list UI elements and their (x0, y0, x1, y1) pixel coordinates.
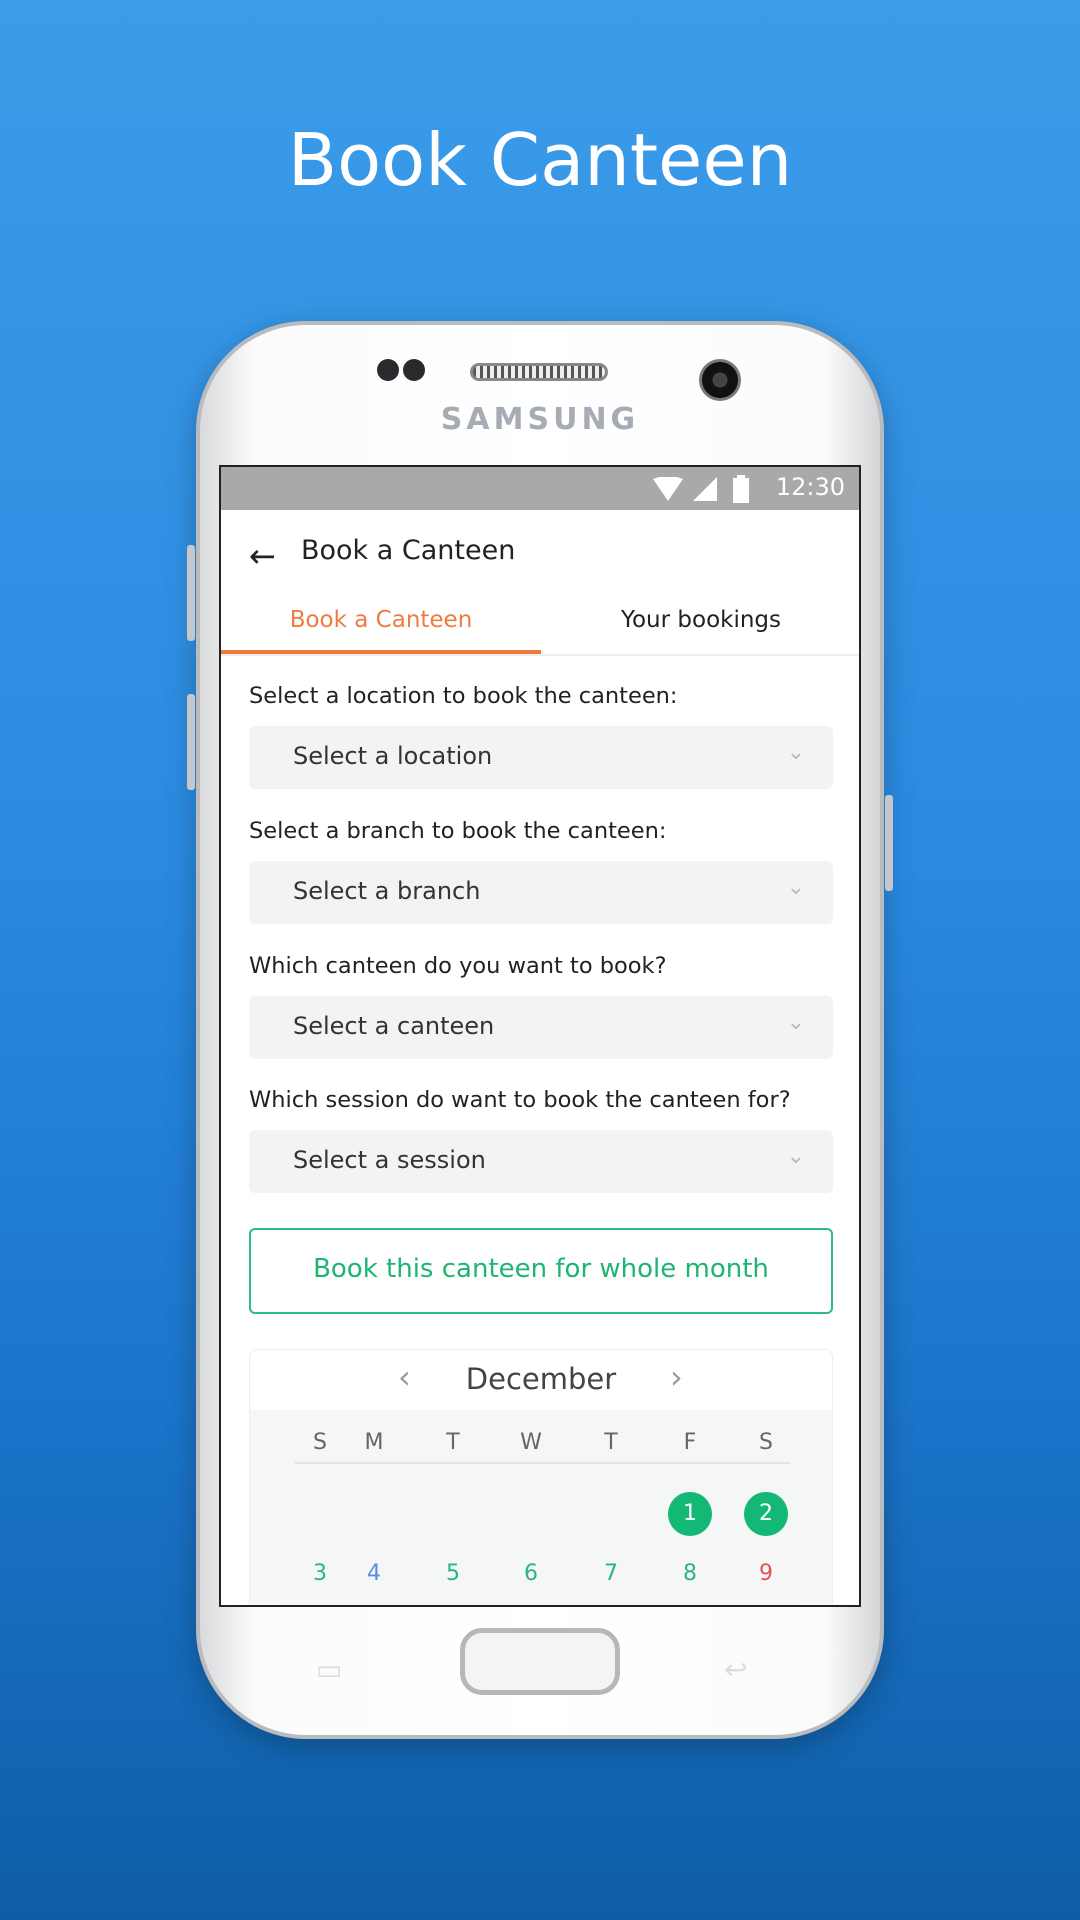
calendar-day[interactable]: 5 (433, 1554, 473, 1594)
tab-your-bookings[interactable]: Your bookings (541, 607, 859, 633)
recent-apps-icon[interactable]: ▭ (316, 1653, 342, 1686)
canteen-placeholder: Select a canteen (293, 1012, 495, 1040)
volume-key (187, 694, 195, 790)
sensor-dots (377, 359, 429, 385)
branch-label: Select a branch to book the canteen: (249, 818, 667, 844)
weekday-label: M (364, 1430, 384, 1455)
canteen-select[interactable]: Select a canteen ⌄ (249, 996, 833, 1059)
weekday-label: S (759, 1430, 773, 1455)
signal-icon (693, 477, 717, 501)
calendar-header: ‹ December › (250, 1350, 832, 1410)
weekday-label: T (604, 1430, 618, 1455)
calendar-day-selected[interactable]: 2 (744, 1492, 788, 1536)
app-bar-title: Book a Canteen (301, 535, 516, 566)
speaker-grille (470, 363, 608, 381)
calendar-day[interactable]: 9 (746, 1554, 786, 1594)
power-key (885, 795, 893, 891)
battery-icon (733, 475, 749, 503)
calendar-day[interactable]: 8 (670, 1554, 710, 1594)
chevron-down-icon: ⌄ (786, 740, 805, 765)
back-key-icon[interactable]: ↩ (724, 1653, 747, 1686)
front-camera (699, 359, 741, 401)
calendar-day[interactable]: 4 (354, 1554, 394, 1594)
location-label: Select a location to book the canteen: (249, 683, 678, 709)
branch-select[interactable]: Select a branch ⌄ (249, 861, 833, 924)
weekday-label: W (520, 1430, 542, 1455)
promo-title: Book Canteen (287, 118, 793, 202)
calendar-month: December (465, 1362, 617, 1396)
calendar: ‹ December › S M T W T F S 1 2 3456789 (249, 1349, 833, 1605)
home-button[interactable] (460, 1628, 620, 1695)
wifi-icon (653, 477, 683, 501)
phone-screen: 12:30 ← Book a Canteen Book a Canteen Yo… (219, 465, 861, 1607)
status-time: 12:30 (775, 473, 845, 501)
weekday-label: F (683, 1430, 697, 1455)
tab-book-canteen[interactable]: Book a Canteen (221, 607, 541, 633)
branch-placeholder: Select a branch (293, 877, 481, 905)
weekday-label: T (446, 1430, 460, 1455)
volume-key (187, 545, 195, 641)
chevron-right-icon[interactable]: › (670, 1358, 683, 1396)
session-select[interactable]: Select a session ⌄ (249, 1130, 833, 1193)
chevron-down-icon: ⌄ (786, 875, 805, 900)
session-label: Which session do want to book the cantee… (249, 1087, 791, 1113)
calendar-day-selected[interactable]: 1 (668, 1492, 712, 1536)
chevron-down-icon: ⌄ (786, 1144, 805, 1169)
session-placeholder: Select a session (293, 1146, 486, 1174)
calendar-day[interactable]: 3 (300, 1554, 340, 1594)
book-whole-month-button[interactable]: Book this canteen for whole month (249, 1228, 833, 1314)
canteen-label: Which canteen do you want to book? (249, 953, 667, 979)
calendar-day[interactable]: 7 (591, 1554, 631, 1594)
calendar-day[interactable]: 6 (511, 1554, 551, 1594)
weekday-divider (295, 1462, 790, 1464)
weekday-label: S (313, 1430, 327, 1455)
tab-divider (221, 654, 859, 656)
arrow-left-icon[interactable]: ← (249, 537, 276, 575)
device-brand: SAMSUNG (440, 402, 640, 437)
active-tab-indicator (221, 650, 541, 654)
chevron-down-icon: ⌄ (786, 1010, 805, 1035)
status-bar: 12:30 (221, 467, 859, 510)
location-select[interactable]: Select a location ⌄ (249, 726, 833, 789)
location-placeholder: Select a location (293, 742, 493, 770)
